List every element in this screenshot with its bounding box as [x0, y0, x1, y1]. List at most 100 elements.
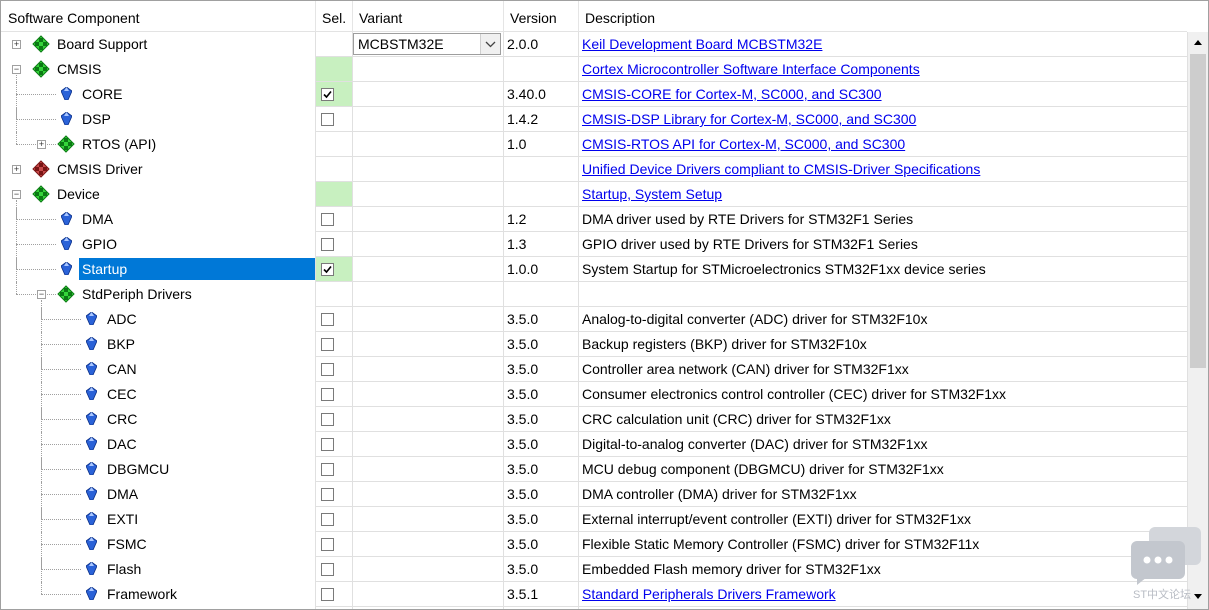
- expand-plus-icon[interactable]: +: [12, 165, 21, 174]
- description-link[interactable]: CMSIS-RTOS API for Cortex-M, SC000, and …: [582, 136, 905, 152]
- collapse-minus-icon[interactable]: −: [12, 65, 21, 74]
- select-checkbox[interactable]: [321, 263, 334, 276]
- select-checkbox[interactable]: [321, 88, 334, 101]
- select-checkbox[interactable]: [321, 213, 334, 226]
- component-row[interactable]: + Board Support MCBSTM32E 2.0.0 Keil Develop…: [1, 32, 1187, 57]
- blue-gem-icon: [85, 436, 98, 451]
- description-cell[interactable]: Cortex Microcontroller Software Interfac…: [582, 57, 1182, 82]
- component-name[interactable]: Board Support: [54, 33, 150, 55]
- description-link[interactable]: Unified Device Drivers compliant to CMSI…: [582, 161, 980, 177]
- scrollbar-thumb[interactable]: [1190, 54, 1206, 368]
- header-variant[interactable]: Variant: [352, 1, 503, 31]
- chevron-down-icon[interactable]: [480, 34, 500, 54]
- component-row[interactable]: + CMSIS Driver Unified Device Drivers comp…: [1, 157, 1187, 182]
- select-checkbox[interactable]: [321, 438, 334, 451]
- scroll-up-arrow-icon[interactable]: [1190, 34, 1206, 50]
- component-name[interactable]: DAC: [104, 433, 140, 455]
- component-name[interactable]: Startup: [79, 258, 315, 280]
- component-name[interactable]: CMSIS Driver: [54, 158, 146, 180]
- version-text: 3.5.1: [507, 586, 539, 602]
- component-row[interactable]: − Device Startup, System Setup: [1, 182, 1187, 207]
- description-link[interactable]: CMSIS-DSP Library for Cortex-M, SC000, a…: [582, 111, 916, 127]
- component-row[interactable]: DMA 3.5.0 DMA controller (DMA) driver for …: [1, 482, 1187, 507]
- header-version[interactable]: Version: [503, 1, 578, 31]
- description-link[interactable]: Startup, System Setup: [582, 186, 722, 202]
- component-name[interactable]: DMA: [104, 483, 141, 505]
- component-row[interactable]: Framework 3.5.1 Standard Peripherals Drive…: [1, 582, 1187, 607]
- variant-dropdown[interactable]: MCBSTM32E: [353, 33, 501, 55]
- component-row[interactable]: + RTOS (API) 1.0 CMSIS-RTOS API for Cortex-…: [1, 132, 1187, 157]
- component-row[interactable]: GPIO 1.3 GPIO driver used by RTE Drivers f…: [1, 232, 1187, 257]
- component-row[interactable]: DBGMCU 3.5.0 MCU debug component (DBGMCU) …: [1, 457, 1187, 482]
- description-link[interactable]: Keil Development Board MCBSTM32E: [582, 36, 822, 52]
- component-name[interactable]: ADC: [104, 308, 140, 330]
- component-row[interactable]: − StdPeriph Drivers: [1, 282, 1187, 307]
- description-cell[interactable]: CMSIS-DSP Library for Cortex-M, SC000, a…: [582, 107, 1182, 132]
- component-row[interactable]: CAN 3.5.0 Controller area network (CAN) dr…: [1, 357, 1187, 382]
- select-checkbox[interactable]: [321, 588, 334, 601]
- component-row[interactable]: Flash 3.5.0 Embedded Flash memory driver f…: [1, 557, 1187, 582]
- header-software-component[interactable]: Software Component: [1, 1, 315, 31]
- component-name[interactable]: DMA: [79, 208, 116, 230]
- component-name[interactable]: GPIO: [79, 233, 120, 255]
- component-row[interactable]: CRC 3.5.0 CRC calculation unit (CRC) drive…: [1, 407, 1187, 432]
- description-cell[interactable]: Unified Device Drivers compliant to CMSI…: [582, 157, 1182, 182]
- component-row[interactable]: − CMSIS Cortex Microcontroller Software In…: [1, 57, 1187, 82]
- component-row[interactable]: FSMC 3.5.0 Flexible Static Memory Controll…: [1, 532, 1187, 557]
- component-name[interactable]: CAN: [104, 358, 140, 380]
- component-name[interactable]: Framework: [104, 583, 180, 605]
- component-name[interactable]: RTOS (API): [79, 133, 159, 155]
- selection-state-indicator: [316, 57, 352, 82]
- component-row[interactable]: EXTI 3.5.0 External interrupt/event contro…: [1, 507, 1187, 532]
- select-checkbox[interactable]: [321, 563, 334, 576]
- component-name[interactable]: StdPeriph Drivers: [79, 283, 195, 305]
- component-row[interactable]: BKP 3.5.0 Backup registers (BKP) driver fo…: [1, 332, 1187, 357]
- description-cell[interactable]: CMSIS-CORE for Cortex-M, SC000, and SC30…: [582, 82, 1182, 107]
- select-checkbox[interactable]: [321, 238, 334, 251]
- collapse-minus-icon[interactable]: −: [37, 290, 46, 299]
- select-checkbox[interactable]: [321, 488, 334, 501]
- component-name[interactable]: EXTI: [104, 508, 141, 530]
- component-row[interactable]: DSP 1.4.2 CMSIS-DSP Library for Cortex-M, …: [1, 107, 1187, 132]
- description-cell[interactable]: CMSIS-RTOS API for Cortex-M, SC000, and …: [582, 132, 1182, 157]
- select-checkbox[interactable]: [321, 313, 334, 326]
- component-name[interactable]: DBGMCU: [104, 458, 172, 480]
- expand-plus-icon[interactable]: +: [37, 140, 46, 149]
- blue-gem-icon: [85, 511, 98, 526]
- select-checkbox[interactable]: [321, 388, 334, 401]
- component-name[interactable]: Device: [54, 183, 103, 205]
- expand-plus-icon[interactable]: +: [12, 40, 21, 49]
- component-name[interactable]: CEC: [104, 383, 140, 405]
- component-row[interactable]: CEC 3.5.0 Consumer electronics control con…: [1, 382, 1187, 407]
- description-link[interactable]: CMSIS-CORE for Cortex-M, SC000, and SC30…: [582, 86, 882, 102]
- component-row[interactable]: DMA 1.2 DMA driver used by RTE Drivers for…: [1, 207, 1187, 232]
- description-link[interactable]: Cortex Microcontroller Software Interfac…: [582, 61, 920, 77]
- select-checkbox[interactable]: [321, 513, 334, 526]
- description-cell[interactable]: Standard Peripherals Drivers Framework: [582, 582, 1182, 607]
- select-checkbox[interactable]: [321, 363, 334, 376]
- green-diamond-icon: [57, 135, 75, 153]
- component-name[interactable]: FSMC: [104, 533, 150, 555]
- component-row[interactable]: DAC 3.5.0 Digital-to-analog converter (DAC…: [1, 432, 1187, 457]
- collapse-minus-icon[interactable]: −: [12, 190, 21, 199]
- description-cell[interactable]: Keil Development Board MCBSTM32E: [582, 32, 1182, 57]
- header-description[interactable]: Description: [578, 1, 1178, 31]
- component-name[interactable]: CRC: [104, 408, 140, 430]
- component-name[interactable]: Flash: [104, 558, 144, 580]
- component-name[interactable]: BKP: [104, 333, 138, 355]
- description-link[interactable]: Standard Peripherals Drivers Framework: [582, 586, 836, 602]
- component-name[interactable]: DSP: [79, 108, 114, 130]
- vertical-scrollbar[interactable]: [1187, 32, 1208, 609]
- description-cell[interactable]: Startup, System Setup: [582, 182, 1182, 207]
- component-name[interactable]: CMSIS: [54, 58, 104, 80]
- select-checkbox[interactable]: [321, 113, 334, 126]
- header-sel[interactable]: Sel.: [315, 1, 352, 31]
- select-checkbox[interactable]: [321, 538, 334, 551]
- select-checkbox[interactable]: [321, 413, 334, 426]
- component-row[interactable]: CORE 3.40.0 CMSIS-CORE for Cortex-M, SC000…: [1, 82, 1187, 107]
- select-checkbox[interactable]: [321, 338, 334, 351]
- component-row[interactable]: Startup 1.0.0 System Startup for STMicroel…: [1, 257, 1187, 282]
- select-checkbox[interactable]: [321, 463, 334, 476]
- component-name[interactable]: CORE: [79, 83, 125, 105]
- component-row[interactable]: ADC 3.5.0 Analog-to-digital converter (ADC…: [1, 307, 1187, 332]
